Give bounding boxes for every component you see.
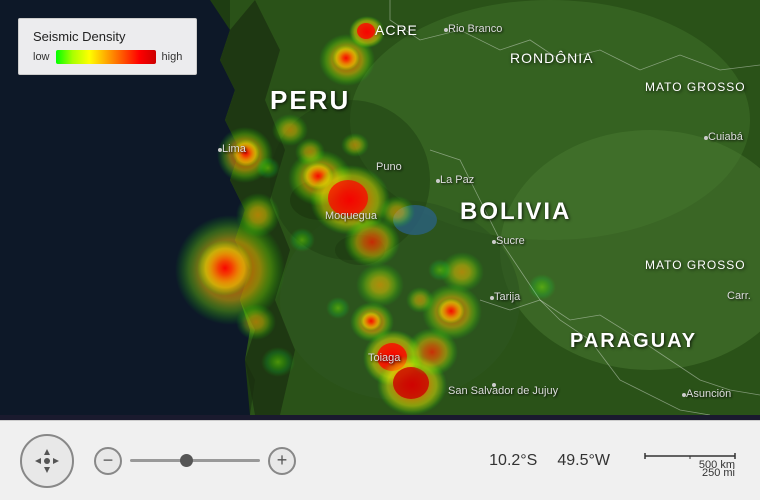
controls-bar: − + 10.2°S 49.5°W 500 km 250 mi bbox=[0, 420, 760, 500]
zoom-in-icon: + bbox=[277, 450, 288, 471]
dot-riobranco bbox=[444, 28, 448, 32]
legend: Seismic Density low high bbox=[18, 18, 197, 75]
zoom-slider[interactable] bbox=[130, 459, 260, 462]
zoom-controls: − + bbox=[94, 447, 296, 475]
dot-asuncion bbox=[682, 393, 686, 397]
zoom-out-icon: − bbox=[103, 450, 114, 471]
dot-lapaz bbox=[436, 179, 440, 183]
dot-tarija bbox=[490, 296, 494, 300]
legend-title: Seismic Density bbox=[33, 29, 182, 44]
zoom-thumb[interactable] bbox=[180, 454, 193, 467]
legend-bar-row: low high bbox=[33, 50, 182, 64]
legend-gradient-bar bbox=[56, 50, 156, 64]
scale-graphic: 500 km 250 mi bbox=[640, 446, 740, 476]
pan-control[interactable] bbox=[20, 434, 74, 488]
zoom-out-button[interactable]: − bbox=[94, 447, 122, 475]
longitude-display: 49.5°W bbox=[557, 452, 610, 470]
pan-icon bbox=[31, 445, 63, 477]
scale-bar: 500 km 250 mi bbox=[640, 446, 740, 476]
dot-jujuy bbox=[492, 383, 496, 387]
svg-text:250 mi: 250 mi bbox=[702, 467, 735, 476]
legend-low-label: low bbox=[33, 51, 50, 63]
coordinates-display: 10.2°S 49.5°W bbox=[489, 452, 610, 470]
zoom-in-button[interactable]: + bbox=[268, 447, 296, 475]
dot-sucre bbox=[492, 240, 496, 244]
latitude-display: 10.2°S bbox=[489, 452, 537, 470]
map-container[interactable]: PERU BOLIVIA PARAGUAY ACRE RONDÔNIA MATO… bbox=[0, 0, 760, 415]
land-layer bbox=[180, 0, 760, 415]
dot-cuiaba bbox=[704, 136, 708, 140]
dot-lima bbox=[218, 148, 222, 152]
legend-high-label: high bbox=[162, 51, 183, 63]
